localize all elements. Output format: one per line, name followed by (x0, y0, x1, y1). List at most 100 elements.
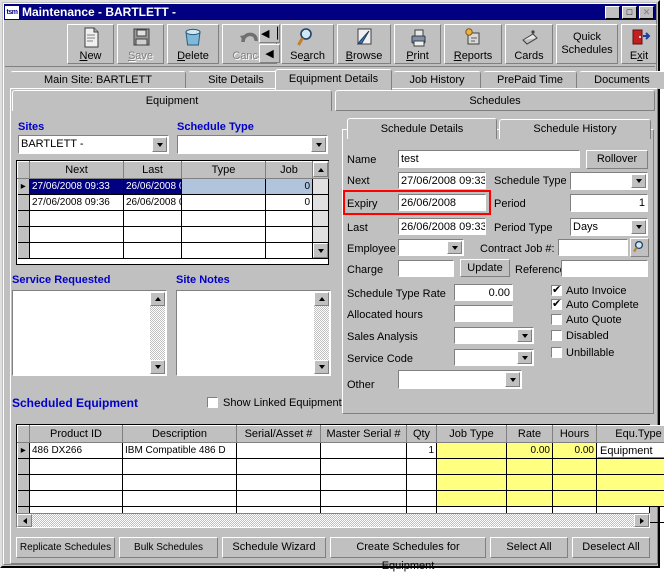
select-all-button[interactable]: Select All (490, 537, 568, 558)
contract-job-input[interactable] (558, 239, 628, 256)
col-hours[interactable]: Hours (553, 426, 597, 443)
sites-combo[interactable]: BARTLETT - (18, 135, 169, 154)
service-requested-memo[interactable] (12, 290, 167, 376)
create-schedules-for-equipment-button[interactable]: Create Schedules for Equipment (330, 537, 486, 558)
col-equ-type[interactable]: Equ.Type (597, 426, 664, 443)
delete-button[interactable]: Delete (167, 24, 219, 64)
equipment-grid[interactable]: Product ID Description Serial/Asset # Ma… (16, 424, 650, 514)
service-requested-scrollbar[interactable] (150, 292, 165, 374)
update-button[interactable]: Update (460, 259, 510, 277)
chevron-down-icon[interactable] (311, 137, 326, 152)
auto-invoice-checkbox[interactable] (551, 285, 562, 296)
chevron-down-icon[interactable] (152, 137, 167, 152)
chevron-down-icon[interactable] (505, 372, 520, 387)
chevron-down-icon[interactable] (447, 241, 462, 254)
quick-schedules-button[interactable]: Quick Schedules (556, 24, 618, 64)
reports-button[interactable]: Reports (444, 24, 502, 64)
scrollbar-track[interactable] (313, 211, 329, 227)
search-button[interactable]: Search (281, 24, 334, 64)
deselect-all-button[interactable]: Deselect All (572, 537, 650, 558)
col-rate[interactable]: Rate (507, 426, 553, 443)
site-notes-scrollbar[interactable] (314, 292, 329, 374)
col-description[interactable]: Description (123, 426, 237, 443)
show-linked-equipment-checkbox[interactable] (207, 397, 218, 408)
cell-equ-type[interactable]: Equipment (597, 443, 664, 459)
table-row[interactable]: ▸ 486 DX266 IBM Compatible 486 D 1 0.00 … (18, 443, 664, 459)
minimize-button[interactable]: _ (605, 6, 620, 19)
scroll-down-icon[interactable] (313, 243, 328, 258)
new-button[interactable]: New (67, 24, 114, 64)
chevron-down-icon[interactable] (517, 351, 532, 364)
scroll-up-icon[interactable] (313, 162, 328, 177)
table-row[interactable] (18, 459, 664, 475)
schedule-type-select[interactable] (570, 172, 648, 190)
last-input[interactable]: 26/06/2008 09:33 (398, 218, 486, 235)
replicate-schedules-button[interactable]: Replicate Schedules (16, 537, 115, 558)
name-input[interactable]: test (398, 150, 580, 168)
chevron-down-icon[interactable] (631, 220, 646, 234)
bulk-schedules-button[interactable]: Bulk Schedules (119, 537, 218, 558)
col-master-serial[interactable]: Master Serial # (321, 426, 407, 443)
chevron-down-icon[interactable] (631, 174, 646, 188)
scrollbar-track[interactable] (313, 179, 329, 195)
auto-complete-checkbox[interactable] (551, 299, 562, 310)
table-row[interactable]: ▸ 27/06/2008 09:33 26/06/2008 09 0 (18, 179, 329, 195)
scroll-down-icon[interactable] (150, 360, 165, 374)
scroll-up-icon[interactable] (150, 292, 165, 306)
col-job[interactable]: Job (266, 162, 313, 179)
maximize-button[interactable]: □ (622, 6, 637, 19)
col-type[interactable]: Type (182, 162, 266, 179)
table-row[interactable] (18, 243, 329, 259)
table-row[interactable] (18, 227, 329, 243)
auto-quote-checkbox[interactable] (551, 314, 562, 325)
schedule-grid[interactable]: Next Last Type Job ▸ 27/06/2008 09:33 26… (16, 160, 329, 265)
contract-job-search-button[interactable] (630, 238, 649, 257)
browse-button[interactable]: Browse (337, 24, 391, 64)
scroll-left-icon[interactable] (17, 514, 32, 527)
tab-documents[interactable]: Documents (579, 71, 664, 89)
tab-main-site[interactable]: Main Site: BARTLETT (10, 71, 186, 89)
schedule-wizard-button[interactable]: Schedule Wizard (222, 537, 326, 558)
cards-button[interactable]: Cards (505, 24, 553, 64)
equ-type-select[interactable]: Equipment (597, 443, 664, 458)
equipment-hscrollbar[interactable] (16, 513, 650, 528)
table-row[interactable] (18, 211, 329, 227)
disabled-checkbox[interactable] (551, 330, 562, 341)
first-record-button[interactable]: ◀▕ (259, 24, 280, 43)
schedule-type-combo[interactable] (177, 135, 328, 154)
unbillable-checkbox[interactable] (551, 347, 562, 358)
tab-prepaid-time[interactable]: PrePaid Time (483, 71, 577, 89)
tab-equipment-details[interactable]: Equipment Details (275, 69, 392, 90)
period-type-select[interactable]: Days (570, 218, 648, 236)
reference-input[interactable] (561, 260, 648, 277)
col-qty[interactable]: Qty (407, 426, 437, 443)
table-row[interactable] (18, 475, 664, 491)
print-button[interactable]: Print (394, 24, 441, 64)
col-last[interactable]: Last (124, 162, 182, 179)
col-product-id[interactable]: Product ID (30, 426, 123, 443)
scroll-right-icon[interactable] (634, 514, 649, 527)
subtab-equipment[interactable]: Equipment (12, 90, 332, 111)
prev-record-button[interactable]: ◀ (259, 44, 280, 63)
employee-select[interactable] (398, 239, 464, 256)
save-button[interactable]: Save (117, 24, 164, 64)
scroll-up-icon[interactable] (314, 292, 329, 306)
tab-site-details[interactable]: Site Details (188, 71, 284, 89)
other-select[interactable] (398, 370, 522, 389)
service-code-select[interactable] (454, 349, 534, 366)
period-input[interactable]: 1 (570, 194, 648, 212)
subtab-schedules[interactable]: Schedules (335, 90, 655, 111)
expiry-input[interactable]: 26/06/2008 (398, 194, 486, 211)
close-button[interactable]: ✕ (639, 6, 654, 19)
col-job-type[interactable]: Job Type (437, 426, 507, 443)
sales-analysis-select[interactable] (454, 327, 534, 344)
rollover-button[interactable]: Rollover (586, 150, 648, 169)
col-serial-asset[interactable]: Serial/Asset # (237, 426, 321, 443)
allocated-hours-input[interactable] (454, 305, 513, 322)
col-next[interactable]: Next (30, 162, 124, 179)
charge-input[interactable] (398, 260, 454, 277)
site-notes-memo[interactable] (176, 290, 331, 376)
scroll-down-icon[interactable] (314, 360, 329, 374)
next-input[interactable]: 27/06/2008 09:33 (398, 172, 486, 189)
exit-button[interactable]: Exit (621, 24, 657, 64)
